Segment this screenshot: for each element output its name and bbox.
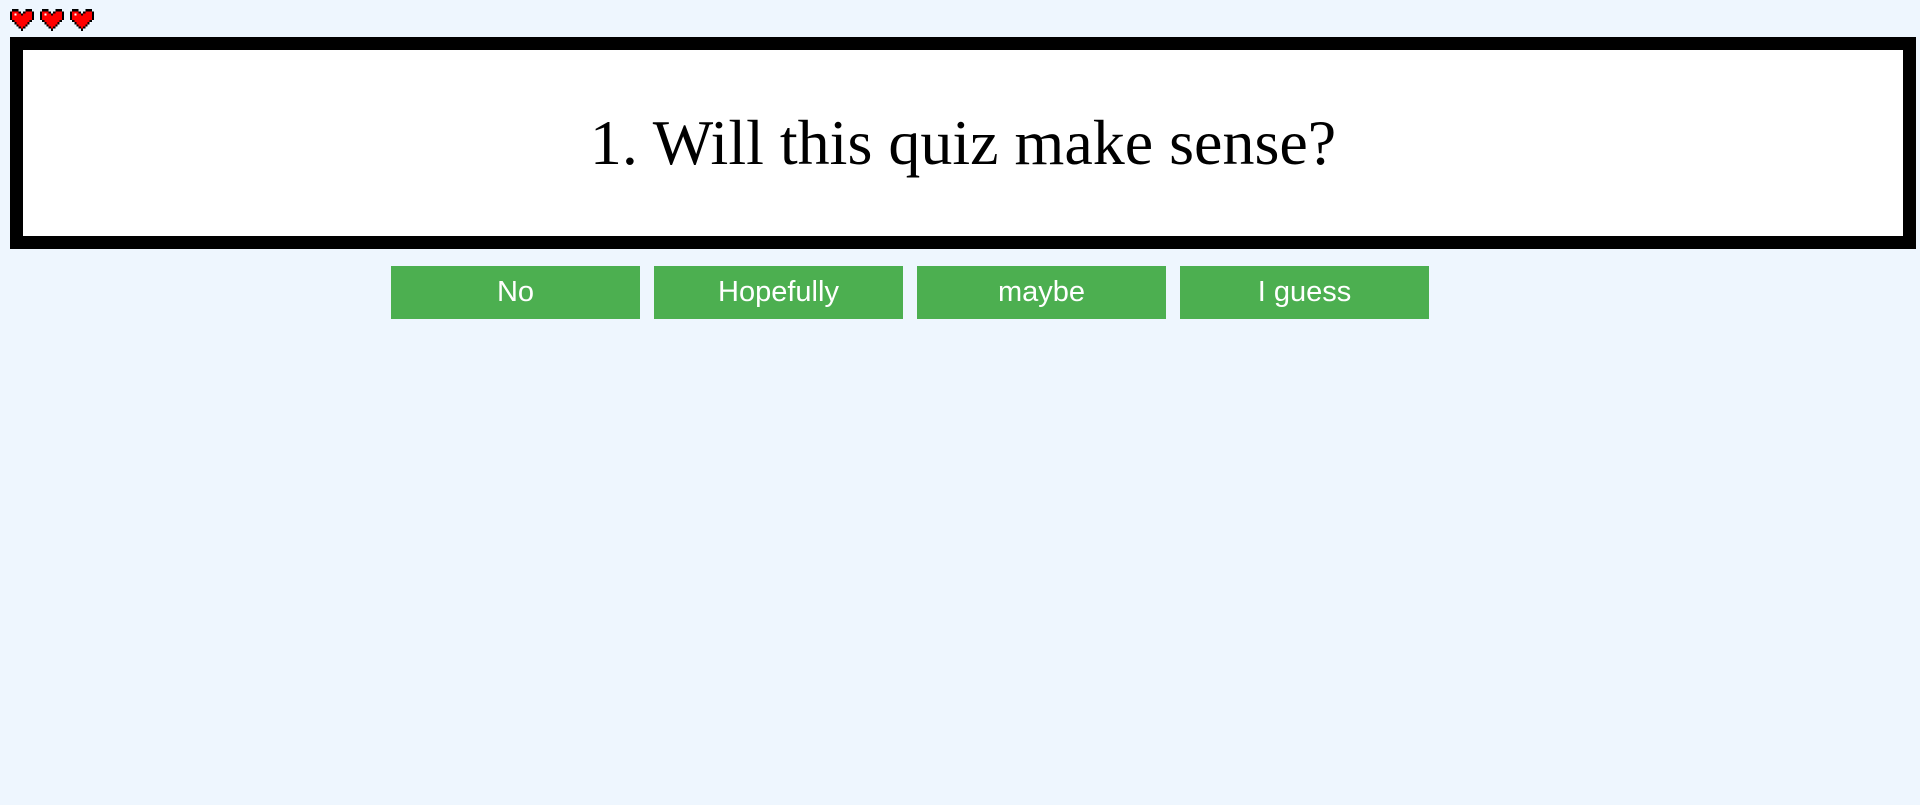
question-text: 1. Will this quiz make sense? xyxy=(589,107,1337,178)
answer-button-no[interactable]: No xyxy=(391,266,640,319)
answer-button-hopefully[interactable]: Hopefully xyxy=(654,266,903,319)
lives-display xyxy=(10,8,94,32)
answer-button-i-guess[interactable]: I guess xyxy=(1180,266,1429,319)
heart-icon xyxy=(10,9,34,31)
heart-icon xyxy=(70,9,94,31)
answer-button-maybe[interactable]: maybe xyxy=(917,266,1166,319)
question-box: 1. Will this quiz make sense? xyxy=(10,37,1916,249)
heart-icon xyxy=(40,9,64,31)
answer-buttons: No Hopefully maybe I guess xyxy=(391,266,1429,319)
